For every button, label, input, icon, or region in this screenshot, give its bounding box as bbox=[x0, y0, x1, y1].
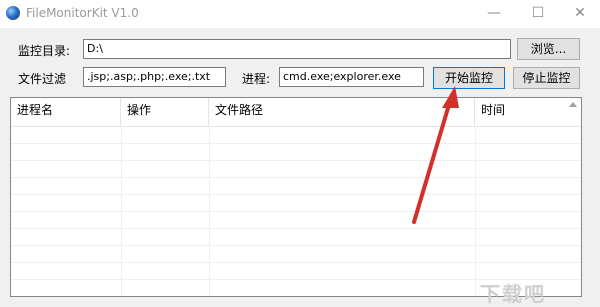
watermark: 下载吧 bbox=[480, 282, 546, 306]
annotation-arrow-icon bbox=[412, 86, 459, 224]
